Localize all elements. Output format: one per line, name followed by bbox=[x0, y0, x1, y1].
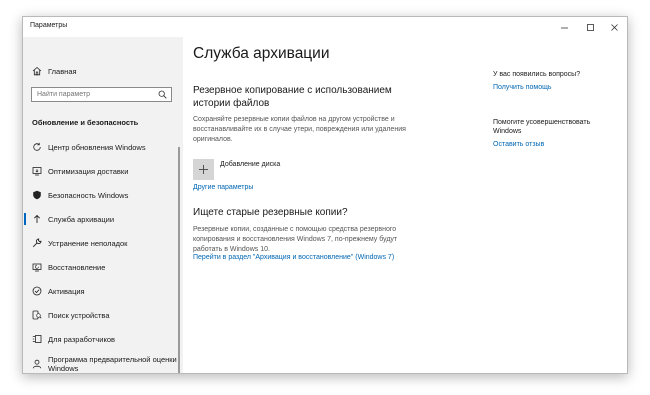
sidebar-item-label: Центр обновления Windows bbox=[48, 142, 146, 152]
sidebar-item-label: Безопасность Windows bbox=[48, 190, 129, 200]
questions-text: У вас появились вопросы? bbox=[493, 71, 581, 78]
sidebar-item-recovery[interactable]: Восстановление bbox=[23, 258, 183, 276]
improve-windows-text: Помогите усовершенствовать Windows bbox=[493, 119, 591, 135]
sidebar-item-troubleshoot[interactable]: Устранение неполадок bbox=[23, 234, 183, 252]
file-history-description: Сохраняйте резервные копии файлов на дру… bbox=[193, 116, 406, 143]
close-icon bbox=[610, 23, 618, 31]
sidebar-item-windows-security[interactable]: Безопасность Windows bbox=[23, 186, 183, 204]
sidebar-item-label: Устранение неполадок bbox=[48, 238, 128, 248]
sidebar-item-insider[interactable]: Программа предварительной оценки Windows bbox=[23, 353, 183, 373]
settings-window: Параметры Главная Обновление и безопасно… bbox=[22, 16, 628, 374]
delivery-icon bbox=[32, 167, 42, 176]
restore-icon bbox=[32, 263, 42, 272]
sidebar-item-label: Восстановление bbox=[48, 262, 106, 272]
add-disk-label[interactable]: Добавление диска bbox=[220, 161, 280, 168]
developer-icon bbox=[32, 335, 42, 343]
scrollbar[interactable] bbox=[178, 147, 180, 373]
sidebar-item-activation[interactable]: Активация bbox=[23, 282, 183, 300]
section-title: Обновление и безопасность bbox=[32, 118, 139, 127]
backup-arrow-icon bbox=[33, 214, 41, 223]
title-bar[interactable]: Параметры bbox=[23, 17, 627, 37]
sidebar-item-label: Для разработчиков bbox=[48, 334, 115, 344]
sync-icon bbox=[33, 142, 41, 151]
search-icon[interactable] bbox=[158, 90, 167, 99]
home-icon bbox=[32, 66, 42, 76]
sidebar: Главная Обновление и безопасность Центр … bbox=[23, 37, 183, 373]
sidebar-item-label: Оптимизация доставки bbox=[48, 166, 129, 176]
close-button[interactable] bbox=[601, 18, 627, 36]
plus-icon bbox=[199, 165, 208, 174]
old-backup-description: Резервные копии, созданные с помощью сре… bbox=[193, 226, 398, 253]
shield-icon bbox=[33, 190, 41, 200]
sidebar-item-developers[interactable]: Для разработчиков bbox=[23, 330, 183, 348]
page-title: Служба архивации bbox=[193, 45, 330, 62]
minimize-icon bbox=[560, 27, 568, 28]
get-help-link[interactable]: Получить помощь bbox=[493, 84, 552, 91]
wrench-icon bbox=[32, 238, 42, 248]
main-content: Служба архивации Резервное копирование с… bbox=[183, 37, 473, 373]
maximize-button[interactable] bbox=[577, 18, 603, 36]
sidebar-item-find-device[interactable]: Поиск устройства bbox=[23, 306, 183, 324]
check-circle-icon bbox=[32, 286, 42, 296]
more-options-link[interactable]: Другие параметры bbox=[193, 184, 253, 191]
home-label: Главная bbox=[48, 66, 77, 76]
search-box[interactable] bbox=[31, 87, 172, 102]
sidebar-item-label: Поиск устройства bbox=[48, 310, 110, 320]
sidebar-item-backup[interactable]: Служба архивации bbox=[23, 210, 183, 228]
sidebar-item-windows-update[interactable]: Центр обновления Windows bbox=[23, 138, 183, 156]
backup-restore-windows7-link[interactable]: Перейти в раздел "Архивация и восстановл… bbox=[193, 254, 394, 261]
maximize-icon bbox=[586, 23, 594, 31]
sidebar-item-delivery-optimization[interactable]: Оптимизация доставки bbox=[23, 162, 183, 180]
sidebar-item-label: Служба архивации bbox=[48, 214, 115, 224]
minimize-button[interactable] bbox=[551, 18, 577, 36]
old-backup-heading: Ищете старые резервные копии? bbox=[193, 207, 348, 218]
give-feedback-link[interactable]: Оставить отзыв bbox=[493, 141, 544, 148]
search-input[interactable] bbox=[37, 89, 149, 100]
home-link[interactable]: Главная bbox=[32, 66, 77, 76]
window-title: Параметры bbox=[30, 22, 68, 29]
add-disk-button[interactable] bbox=[193, 159, 214, 180]
find-device-icon bbox=[32, 310, 42, 320]
sidebar-item-label: Активация bbox=[48, 286, 85, 296]
insider-icon bbox=[32, 359, 42, 369]
sidebar-item-label: Программа предварительной оценки Windows bbox=[48, 355, 177, 373]
file-history-heading: Резервное копирование с использованием ис… bbox=[193, 85, 392, 109]
